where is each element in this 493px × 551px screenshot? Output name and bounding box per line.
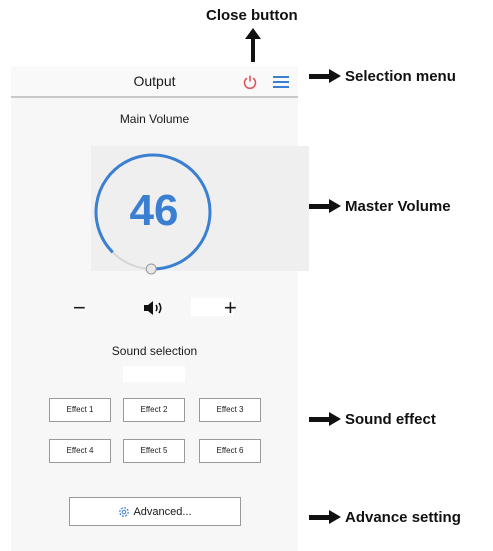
- effect-3-button[interactable]: Effect 3: [199, 398, 261, 422]
- effect-6-button[interactable]: Effect 6: [199, 439, 261, 463]
- volume-down-button[interactable]: −: [73, 295, 86, 321]
- advanced-label: Advanced...: [133, 505, 192, 518]
- arrow-right-icon: [309, 69, 341, 83]
- effect-4-button[interactable]: Effect 4: [49, 439, 111, 463]
- annotation-advance-setting: Advance setting: [345, 509, 461, 526]
- gear-icon: [119, 506, 130, 517]
- volume-value: 46: [129, 186, 179, 235]
- effect-2-button[interactable]: Effect 2: [123, 398, 185, 422]
- main-volume-label: Main Volume: [119, 112, 190, 126]
- arrow-up-icon: [245, 28, 261, 62]
- app-screen: Output Main Volume 46 − + Sound selectio…: [11, 66, 309, 551]
- arrow-right-icon: [309, 199, 341, 213]
- dial-knob[interactable]: [145, 263, 157, 275]
- sound-selection-field[interactable]: [123, 366, 185, 382]
- effect-1-button[interactable]: Effect 1: [49, 398, 111, 422]
- arrow-right-icon: [309, 510, 341, 524]
- arrow-right-icon: [309, 412, 341, 426]
- top-bar: Output: [11, 66, 298, 98]
- advanced-button[interactable]: Advanced...: [69, 497, 241, 526]
- sound-selection-label: Sound selection: [111, 344, 198, 358]
- annotation-sound-effect: Sound effect: [345, 411, 436, 428]
- power-icon[interactable]: [243, 75, 257, 89]
- annotation-close-button: Close button: [206, 7, 298, 24]
- volume-up-button[interactable]: +: [224, 295, 237, 321]
- effect-5-button[interactable]: Effect 5: [123, 439, 185, 463]
- menu-icon[interactable]: [273, 76, 289, 89]
- annotation-selection-menu: Selection menu: [345, 68, 456, 85]
- annotation-master-volume: Master Volume: [345, 198, 451, 215]
- speaker-icon[interactable]: [144, 300, 166, 316]
